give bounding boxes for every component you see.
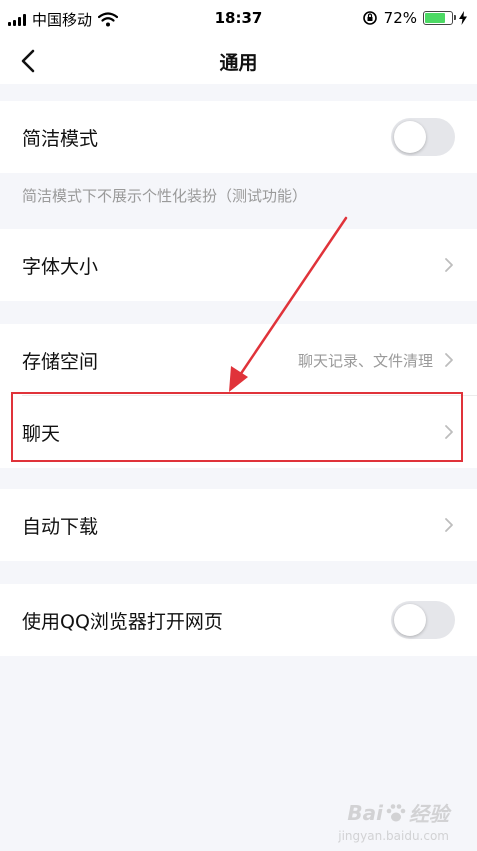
charging-bolt-icon (459, 11, 467, 25)
watermark-brand-suffix: 经验 (409, 802, 449, 826)
battery-icon (423, 11, 456, 25)
auto-download-row[interactable]: 自动下载 (0, 489, 477, 561)
paw-icon (386, 803, 406, 821)
simple-mode-hint: 简洁模式下不展示个性化装扮（测试功能） (22, 187, 308, 205)
auto-download-label: 自动下载 (22, 515, 99, 538)
simple-mode-toggle[interactable] (391, 118, 455, 156)
storage-row[interactable]: 存储空间 聊天记录、文件清理 (0, 324, 477, 396)
qq-browser-label: 使用QQ浏览器打开网页 (22, 610, 223, 633)
qq-browser-toggle[interactable] (391, 601, 455, 639)
storage-subtitle: 聊天记录、文件清理 (297, 351, 433, 370)
nav-bar: 通用 (0, 38, 477, 84)
toggle-knob (394, 604, 426, 636)
page-title: 通用 (219, 52, 258, 74)
chevron-right-icon (445, 353, 453, 367)
highlight-box (11, 392, 463, 462)
chevron-right-icon (445, 518, 453, 532)
qq-browser-row: 使用QQ浏览器打开网页 (0, 584, 477, 656)
font-size-row[interactable]: 字体大小 (0, 229, 477, 301)
watermark-url: jingyan.baidu.com (338, 829, 449, 843)
battery-percent: 72% (383, 9, 417, 27)
font-size-label: 字体大小 (22, 255, 99, 278)
simple-mode-label: 简洁模式 (22, 127, 99, 150)
storage-label: 存储空间 (22, 350, 99, 373)
toggle-knob (394, 121, 426, 153)
status-bar: 中国移动 18:37 72% (0, 0, 477, 38)
watermark: Bai 经验 jingyan.baidu.com (338, 798, 449, 844)
watermark-brand: Bai (347, 800, 383, 825)
chevron-right-icon (445, 258, 453, 272)
simple-mode-row: 简洁模式 (0, 101, 477, 173)
status-right: 72% (362, 9, 467, 27)
rotation-lock-icon (362, 11, 377, 25)
